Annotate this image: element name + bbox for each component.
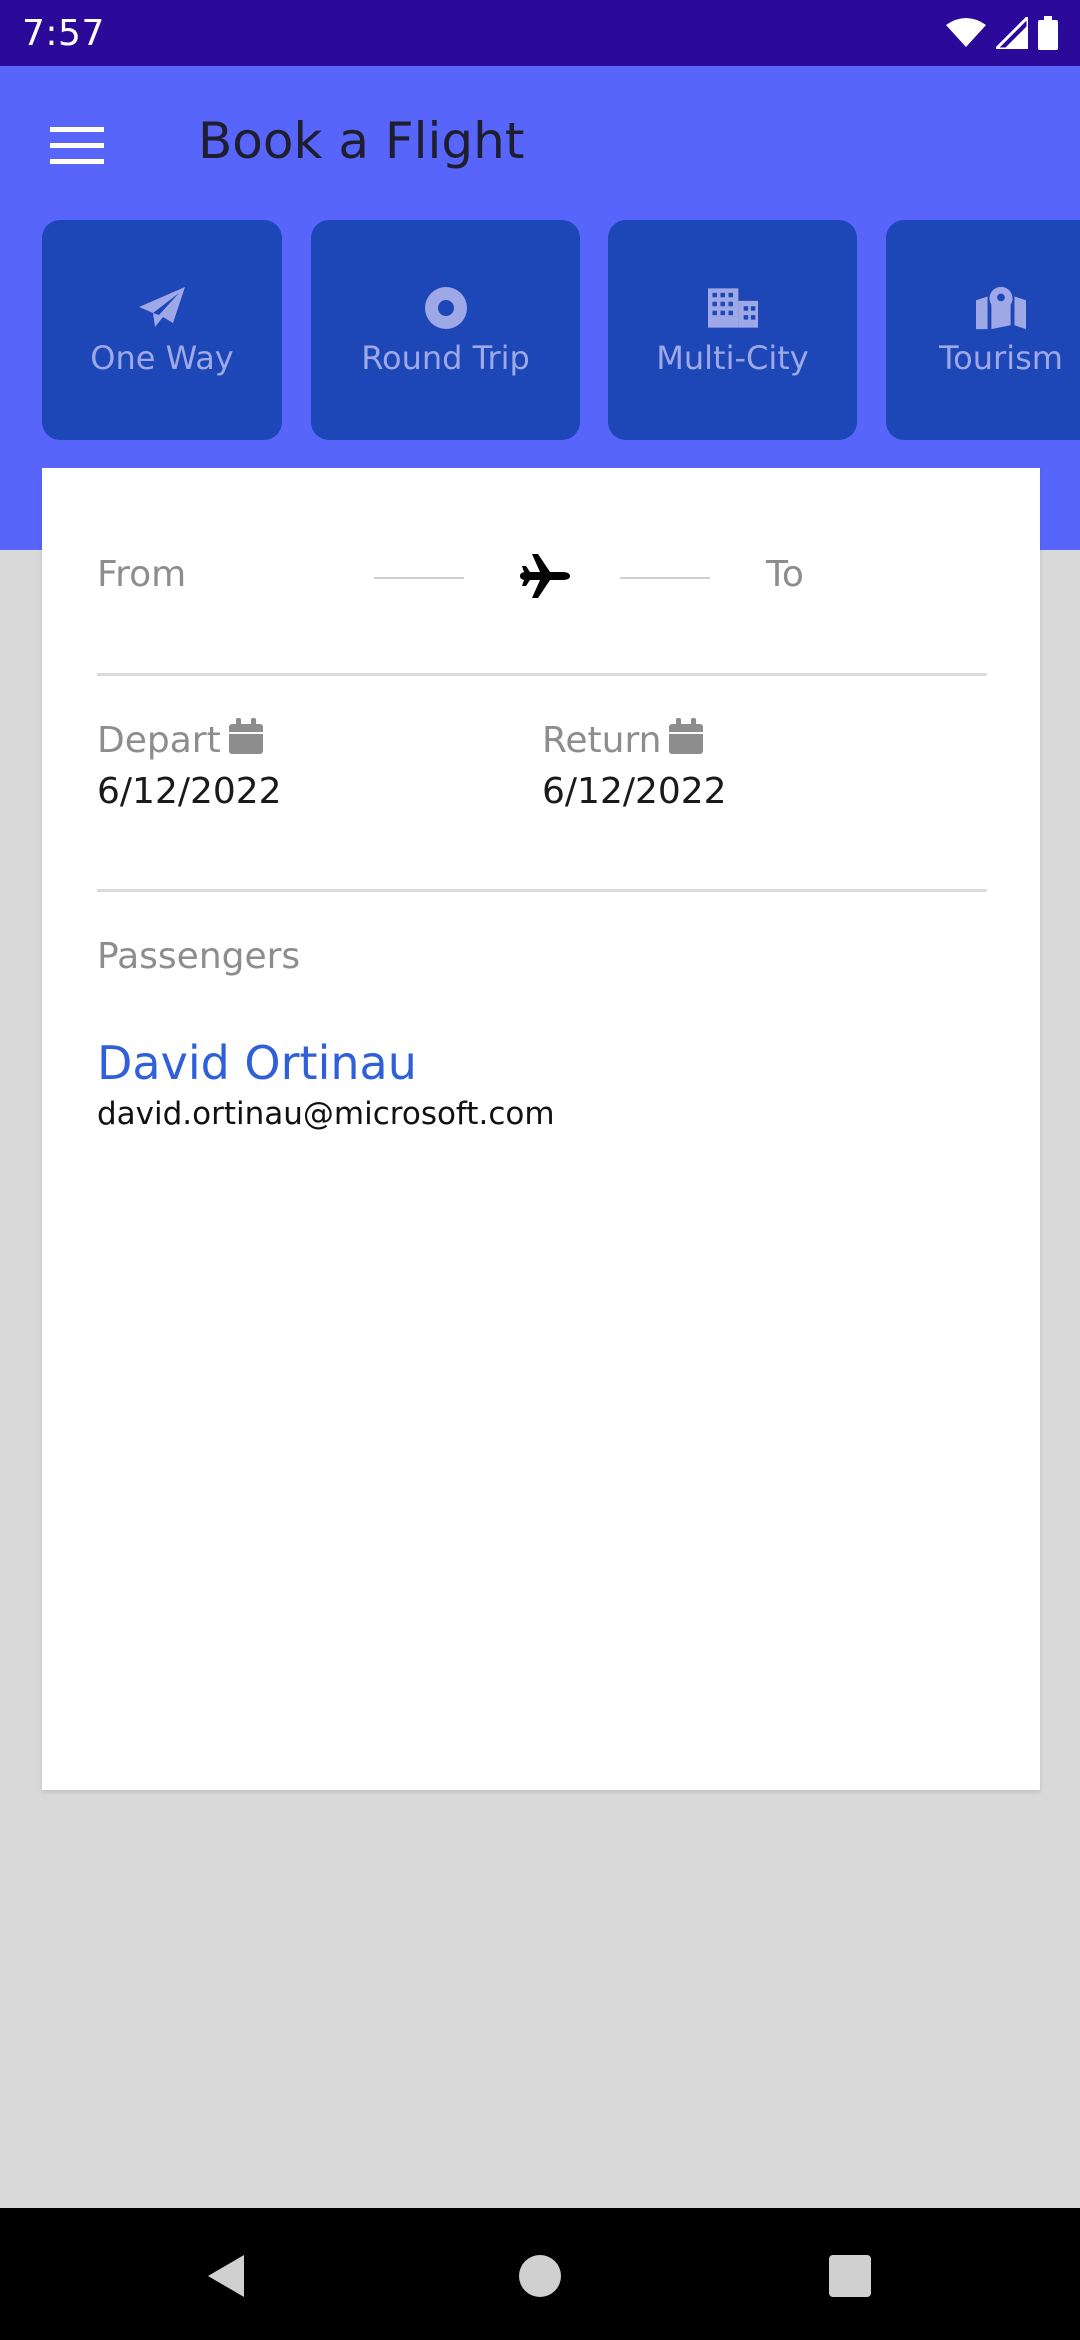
route-line-left <box>374 577 464 579</box>
back-triangle-icon <box>204 2253 248 2303</box>
hamburger-menu-icon <box>50 127 104 169</box>
map-marker-icon <box>976 283 1026 333</box>
recents-square-icon <box>829 2255 871 2301</box>
depart-label: Depart <box>97 720 221 761</box>
passenger-name-link[interactable]: David Ortinau <box>97 1036 417 1090</box>
signal-icon <box>996 17 1028 49</box>
depart-date-value: 6/12/2022 <box>97 771 282 812</box>
tab-label: Multi-City <box>656 339 809 377</box>
home-button[interactable] <box>510 2248 570 2308</box>
route-row: From To <box>42 468 1040 678</box>
divider <box>97 889 987 892</box>
tab-label: One Way <box>90 339 234 377</box>
battery-icon <box>1038 16 1058 50</box>
from-field[interactable]: From <box>97 554 186 595</box>
tab-label: Round Trip <box>361 339 530 377</box>
status-time: 7:57 <box>22 12 105 54</box>
status-bar: 7:57 <box>0 0 1080 66</box>
wifi-icon <box>946 17 986 49</box>
depart-date-picker[interactable]: Depart 6/12/2022 <box>97 718 282 812</box>
menu-button[interactable] <box>38 116 116 180</box>
booking-card: From To Depart 6/12/2022 Return 6/12/202… <box>42 468 1040 1790</box>
return-date-value: 6/12/2022 <box>542 771 727 812</box>
route-line-right <box>620 577 710 579</box>
city-buildings-icon <box>707 283 758 333</box>
status-icons <box>946 16 1058 50</box>
divider <box>97 673 987 676</box>
tab-label: Tourism <box>939 339 1063 377</box>
home-circle-icon <box>518 2254 562 2302</box>
airplane-icon <box>520 554 570 604</box>
tab-round-trip[interactable]: Round Trip <box>311 220 580 440</box>
tab-multi-city[interactable]: Multi-City <box>608 220 857 440</box>
page-title: Book a Flight <box>198 112 525 170</box>
tab-one-way[interactable]: One Way <box>42 220 282 440</box>
target-icon <box>421 283 471 333</box>
navigation-bar <box>0 2208 1080 2340</box>
recents-button[interactable] <box>820 2248 880 2308</box>
return-label: Return <box>542 720 662 761</box>
back-button[interactable] <box>196 2248 256 2308</box>
passengers-label: Passengers <box>97 936 301 977</box>
paper-plane-icon <box>137 283 187 333</box>
tab-tourism[interactable]: Tourism <box>886 220 1080 440</box>
return-date-picker[interactable]: Return 6/12/2022 <box>542 718 727 812</box>
passenger-email: david.ortinau@microsoft.com <box>97 1096 555 1132</box>
calendar-icon <box>669 718 704 763</box>
to-field[interactable]: To <box>766 554 804 595</box>
trip-type-tabs: One Way Round Trip Multi-City Tourism <box>0 220 1080 442</box>
calendar-icon <box>228 718 263 763</box>
